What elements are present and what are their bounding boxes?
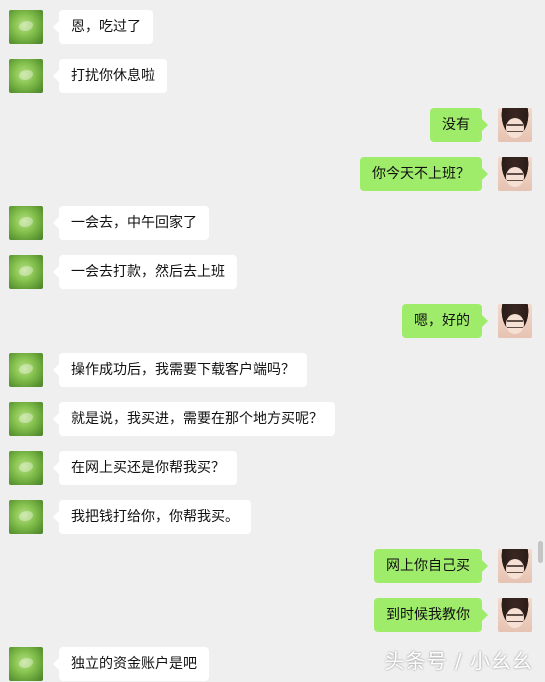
message-row: 你今天不上班？ [0, 157, 545, 191]
self-avatar-icon[interactable] [498, 108, 532, 142]
message-row: 在网上买还是你帮我买？ [0, 451, 545, 485]
message-row: 一会去打款，然后去上班 [0, 255, 545, 289]
incoming-message[interactable]: 我把钱打给你，你帮我买。 [53, 500, 251, 534]
message-row: 打扰你休息啦 [0, 59, 545, 93]
incoming-message[interactable]: 恩，吃过了 [53, 10, 153, 44]
contact-avatar-icon[interactable] [9, 500, 43, 534]
contact-avatar-icon[interactable] [9, 255, 43, 289]
outgoing-message[interactable]: 没有 [430, 108, 488, 142]
message-row: 网上你自己买 [0, 549, 545, 583]
contact-avatar-icon[interactable] [9, 10, 43, 44]
self-avatar-icon[interactable] [498, 157, 532, 191]
outgoing-message[interactable]: 网上你自己买 [374, 549, 488, 583]
contact-avatar-icon[interactable] [9, 451, 43, 485]
incoming-message[interactable]: 就是说，我买进，需要在那个地方买呢？ [53, 402, 335, 436]
outgoing-message[interactable]: 到时候我教你 [374, 598, 488, 632]
outgoing-message[interactable]: 嗯，好的 [402, 304, 488, 338]
incoming-message[interactable]: 一会去，中午回家了 [53, 206, 209, 240]
message-row: 到时候我教你 [0, 598, 545, 632]
contact-avatar-icon[interactable] [9, 353, 43, 387]
incoming-message[interactable]: 一会去打款，然后去上班 [53, 255, 237, 289]
scrollbar-thumb[interactable] [538, 541, 543, 563]
incoming-message[interactable]: 操作成功后，我需要下载客户端吗？ [53, 353, 307, 387]
self-avatar-icon[interactable] [498, 304, 532, 338]
message-row: 嗯，好的 [0, 304, 545, 338]
chat-message-list[interactable]: 恩，吃过了 打扰你休息啦 没有 你今天不上班？ 一会去，中午回家了 一会去打款，… [0, 0, 545, 682]
message-row: 就是说，我买进，需要在那个地方买呢？ [0, 402, 545, 436]
message-row: 一会去，中午回家了 [0, 206, 545, 240]
message-row: 恩，吃过了 [0, 10, 545, 44]
contact-avatar-icon[interactable] [9, 206, 43, 240]
incoming-message[interactable]: 打扰你休息啦 [53, 59, 167, 93]
message-row: 操作成功后，我需要下载客户端吗？ [0, 353, 545, 387]
incoming-message[interactable]: 独立的资金账户是吧 [53, 647, 209, 681]
outgoing-message[interactable]: 你今天不上班？ [360, 157, 488, 191]
watermark: 头条号 / 小幺幺 [384, 649, 533, 673]
message-row: 我把钱打给你，你帮我买。 [0, 500, 545, 534]
message-row: 没有 [0, 108, 545, 142]
contact-avatar-icon[interactable] [9, 402, 43, 436]
contact-avatar-icon[interactable] [9, 59, 43, 93]
self-avatar-icon[interactable] [498, 598, 532, 632]
incoming-message[interactable]: 在网上买还是你帮我买？ [53, 451, 237, 485]
self-avatar-icon[interactable] [498, 549, 532, 583]
contact-avatar-icon[interactable] [9, 647, 43, 681]
